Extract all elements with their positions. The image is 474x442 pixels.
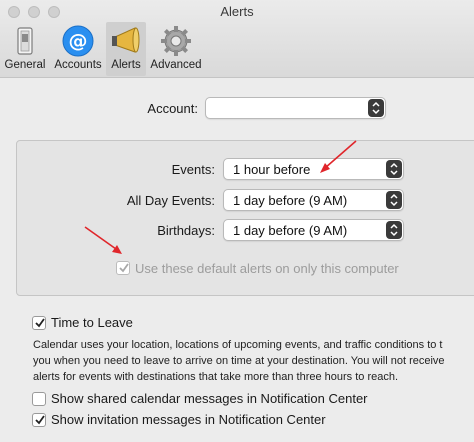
tab-accounts[interactable]: @ Accounts [50, 22, 106, 76]
all-day-alert-popup[interactable]: 1 day before (9 AM) [223, 189, 404, 211]
shared-calendar-messages-label: Show shared calendar messages in Notific… [51, 391, 368, 406]
annotation-arrow-icon [84, 226, 122, 254]
time-to-leave-label: Time to Leave [51, 315, 133, 330]
description-line: Calendar uses your location, locations o… [33, 339, 443, 351]
account-popup[interactable] [205, 97, 386, 119]
tab-alerts-label: Alerts [111, 59, 141, 71]
chevron-updown-icon [368, 99, 384, 117]
tab-accounts-label: Accounts [54, 59, 102, 71]
events-alert-value: 1 hour before [233, 162, 311, 177]
invitation-messages-label: Show invitation messages in Notification… [51, 412, 326, 427]
switch-icon [8, 24, 42, 58]
all-day-events-label: All Day Events: [126, 193, 215, 208]
tab-advanced[interactable]: Advanced [148, 22, 204, 76]
annotation-arrow-icon [320, 140, 357, 173]
window-title: Alerts [220, 4, 254, 19]
invitation-messages-checkbox[interactable] [32, 413, 46, 427]
chevron-updown-icon [386, 221, 402, 239]
time-to-leave-description: Calendar uses your location, locations o… [33, 337, 474, 385]
events-label: Events: [171, 162, 215, 177]
birthdays-alert-popup[interactable]: 1 day before (9 AM) [223, 219, 404, 241]
tab-alerts[interactable]: Alerts [106, 22, 146, 76]
only-this-computer-checkbox[interactable] [116, 261, 130, 275]
description-line: you when you need to leave to arrive on … [33, 355, 445, 367]
gear-icon [159, 24, 193, 58]
account-label: Account: [147, 101, 198, 116]
birthdays-alert-value: 1 day before (9 AM) [233, 223, 348, 238]
tab-advanced-label: Advanced [150, 59, 202, 71]
chevron-updown-icon [386, 191, 402, 209]
chevron-updown-icon [386, 160, 402, 178]
tab-general-label: General [4, 59, 46, 71]
tab-general[interactable]: General [2, 22, 48, 76]
only-this-computer-label: Use these default alerts on only this co… [135, 261, 399, 276]
at-sign-icon: @ [61, 24, 95, 58]
events-alert-popup[interactable]: 1 hour before [223, 158, 404, 180]
megaphone-icon [109, 24, 143, 58]
shared-calendar-messages-checkbox[interactable] [32, 392, 46, 406]
window-toolbar: Alerts General @ Accounts Alerts Advance… [0, 0, 474, 78]
description-line: alerts for events with destinations that… [33, 371, 399, 383]
all-day-alert-value: 1 day before (9 AM) [233, 193, 348, 208]
time-to-leave-checkbox[interactable] [32, 316, 46, 330]
svg-text:@: @ [69, 30, 88, 52]
